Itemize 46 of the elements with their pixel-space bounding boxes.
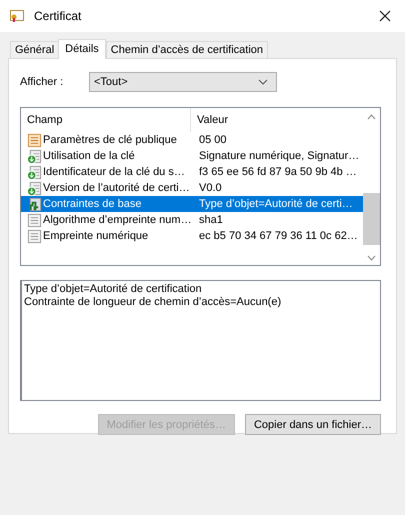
document-icon	[27, 132, 42, 148]
tree-document-icon	[27, 196, 42, 212]
show-dropdown[interactable]: <Tout>	[89, 72, 277, 92]
show-label: Afficher :	[20, 76, 64, 88]
field-name: Empreinte numérique	[43, 230, 150, 242]
field-name: Algorithme d’empreinte num…	[43, 214, 193, 226]
scroll-thumb[interactable]	[363, 193, 380, 245]
tab[interactable]: Détails	[58, 39, 106, 59]
field-value: V0.0	[198, 182, 222, 194]
field-value: f3 65 ee 56 fd 87 9a 50 9b 4b …	[198, 166, 357, 178]
window-title: Certificat	[34, 9, 82, 23]
scroll-down-icon[interactable]	[367, 255, 376, 261]
list-row[interactable]: Identificateur de la clé du s… f3 65 ee 56 fd 87 9a 50 9b 4b …	[21, 164, 363, 180]
detail-text-area[interactable]: Type d’objet=Autorité de certification Contrainte de longueur de chemin d’accès=Aucun(e)	[20, 280, 381, 401]
field-value: Signature numérique, Signatur…	[198, 150, 360, 162]
field-value: ec b5 70 34 67 79 36 11 0c 62…	[198, 230, 358, 242]
column-header[interactable]: Valeur	[191, 108, 228, 132]
list-row[interactable]: Utilisation de la clé Signature numérique, Signatur…	[21, 148, 363, 164]
download-document-icon	[27, 164, 42, 180]
scroll-up-icon[interactable]	[367, 114, 376, 120]
field-value: 05 00	[198, 134, 227, 146]
download-document-icon	[27, 180, 42, 196]
column-header[interactable]: Champ	[21, 108, 191, 132]
list-row[interactable]: Paramètres de clé publique 05 00	[21, 132, 363, 148]
field-name: Identificateur de la clé du s…	[43, 166, 186, 178]
field-value: sha1	[198, 214, 223, 226]
tab[interactable]: Général	[10, 41, 60, 58]
list-row[interactable]: Version de l’autorité de certi… V0.0	[21, 180, 363, 196]
field-name: Contraintes de base	[43, 198, 142, 210]
field-name: Utilisation de la clé	[43, 150, 136, 162]
caret-icon	[258, 79, 268, 85]
list-row[interactable]: Contraintes de base Type d’objet=Autorité de certi…	[21, 196, 363, 212]
close-icon[interactable]	[379, 10, 391, 22]
field-name: Version de l’autorité de certi…	[43, 182, 191, 194]
list-row[interactable]: Algorithme d’empreinte num… sha1	[21, 212, 363, 228]
document-icon	[27, 212, 42, 228]
detail-line: Contrainte de longueur de chemin d’accès=Aucun(e)	[24, 296, 282, 309]
detail-line: Type d’objet=Autorité de certification	[24, 283, 203, 296]
certificate-icon	[10, 10, 24, 22]
download-document-icon	[27, 148, 42, 164]
tab[interactable]: Chemin d’accès de certification	[106, 41, 268, 58]
field-name: Paramètres de clé publique	[43, 134, 178, 146]
list-row[interactable]: Empreinte numérique ec b5 70 34 67 79 36 11 0c 62…	[21, 228, 363, 244]
field-value: Type d’objet=Autorité de certi…	[198, 198, 353, 210]
document-icon	[27, 228, 42, 244]
button[interactable]: Copier dans un fichier…	[244, 414, 381, 435]
